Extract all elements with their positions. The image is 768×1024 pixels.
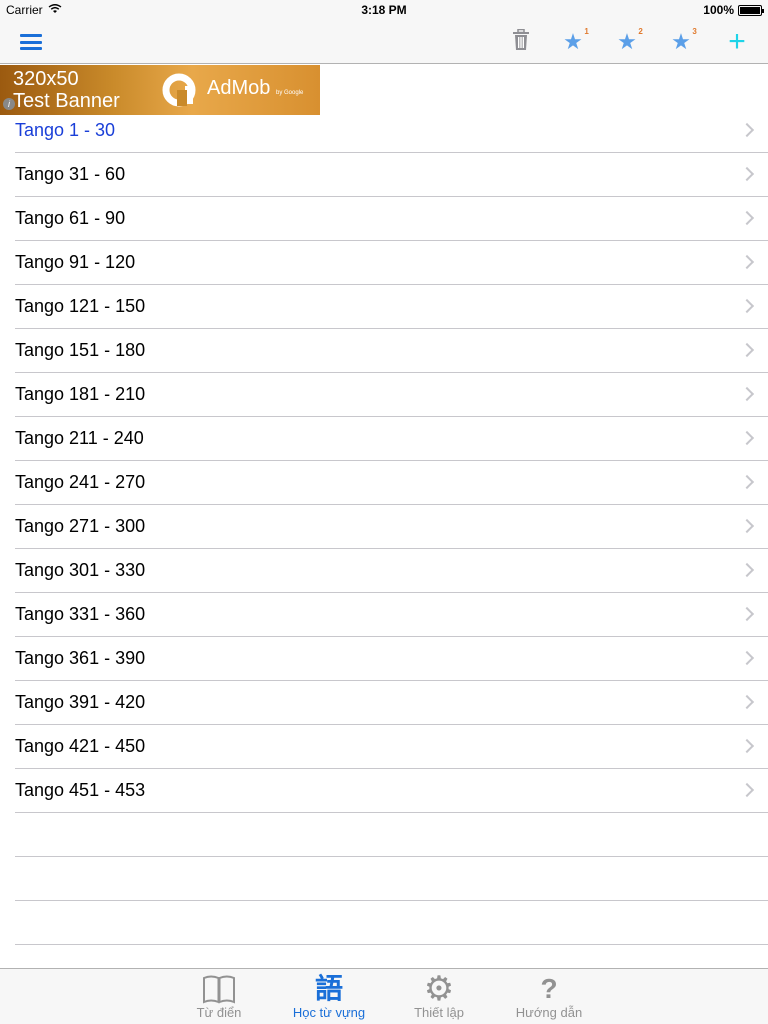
- list-item-label: Tango 151 - 180: [15, 340, 146, 360]
- kanji-icon: 語: [274, 973, 384, 1005]
- list-item[interactable]: Tango 151 - 180: [15, 329, 768, 373]
- chevron-right-icon: [739, 254, 755, 270]
- chevron-right-icon: [739, 738, 755, 754]
- chevron-right-icon: [739, 386, 755, 402]
- list-item-label: Tango 121 - 150: [15, 296, 146, 316]
- chevron-right-icon: [739, 474, 755, 490]
- tab-help-label: Hướng dẫn: [515, 1005, 583, 1020]
- list-item[interactable]: Tango 301 - 330: [15, 549, 768, 593]
- ad-size-label: 320x50: [13, 68, 79, 90]
- list-item[interactable]: Tango 421 - 450: [15, 725, 768, 769]
- trash-icon: [513, 28, 529, 56]
- list-item-label: Tango 241 - 270: [15, 472, 146, 492]
- kanji-glyph: 語: [314, 973, 343, 1004]
- list-item-label: Tango 361 - 390: [15, 648, 146, 668]
- list-item[interactable]: Tango 61 - 90: [15, 197, 768, 241]
- favorite-2-button[interactable]: ★ 2: [612, 20, 643, 64]
- list-item[interactable]: Tango 211 - 240: [15, 417, 768, 461]
- star-icon: ★ 3: [671, 27, 697, 54]
- chevron-right-icon: [739, 298, 755, 314]
- list-item[interactable]: Tango 271 - 300: [15, 505, 768, 549]
- menu-button[interactable]: [14, 20, 48, 64]
- list-item-label: Tango 331 - 360: [15, 604, 146, 624]
- star-badge-2: 2: [638, 27, 643, 36]
- status-bar: Carrier 3:18 PM 100%: [0, 0, 768, 20]
- status-right: 100%: [703, 3, 764, 17]
- empty-row: [15, 813, 768, 857]
- star-icon: ★ 2: [617, 27, 643, 54]
- delete-button[interactable]: [506, 20, 536, 64]
- list-item-label: Tango 271 - 300: [15, 516, 146, 536]
- chevron-right-icon: [739, 694, 755, 710]
- list-item[interactable]: Tango 241 - 270: [15, 461, 768, 505]
- battery-percent: 100%: [703, 3, 734, 17]
- list-item-label: Tango 301 - 330: [15, 560, 146, 580]
- chevron-right-icon: [739, 342, 755, 358]
- list-item[interactable]: Tango 451 - 453: [15, 769, 768, 813]
- star-badge-3: 3: [692, 27, 697, 36]
- book-icon: [164, 973, 274, 1005]
- list-item-label: Tango 91 - 120: [15, 252, 136, 272]
- list-item[interactable]: Tango 331 - 360: [15, 593, 768, 637]
- list-item[interactable]: Tango 391 - 420: [15, 681, 768, 725]
- help-icon: ?: [494, 973, 604, 1005]
- star-badge-1: 1: [584, 27, 589, 36]
- list-item-label: Tango 181 - 210: [15, 384, 146, 404]
- favorite-3-button[interactable]: ★ 3: [666, 20, 697, 64]
- chevron-right-icon: [739, 650, 755, 666]
- chevron-right-icon: [739, 518, 755, 534]
- list-item-label: Tango 421 - 450: [15, 736, 146, 756]
- favorite-1-button[interactable]: ★ 1: [558, 20, 589, 64]
- star-icon: ★ 1: [563, 27, 589, 54]
- tab-help[interactable]: ? Hướng dẫn: [494, 969, 604, 1024]
- gear-glyph: ⚙: [423, 970, 455, 1008]
- list-item-label: Tango 451 - 453: [15, 780, 146, 800]
- chevron-right-icon: [739, 782, 755, 798]
- tab-dictionary-label: Từ điển: [196, 1005, 242, 1020]
- list-item-label: Tango 211 - 240: [15, 428, 144, 448]
- list-item[interactable]: Tango 31 - 60: [15, 153, 768, 197]
- ad-banner[interactable]: 320x50 Test Banner i AdMob by Google: [0, 65, 320, 115]
- chevron-right-icon: [739, 122, 755, 138]
- battery-icon: [738, 4, 764, 16]
- tab-settings[interactable]: ⚙ Thiết lập: [384, 969, 494, 1024]
- list-item[interactable]: Tango 181 - 210: [15, 373, 768, 417]
- status-time: 3:18 PM: [361, 3, 407, 17]
- chevron-right-icon: [739, 210, 755, 226]
- chevron-right-icon: [739, 606, 755, 622]
- empty-row: [15, 901, 768, 945]
- tab-settings-label: Thiết lập: [414, 1005, 464, 1020]
- list-item-label: Tango 61 - 90: [15, 208, 126, 228]
- chevron-right-icon: [739, 562, 755, 578]
- list-item[interactable]: Tango 1 - 30: [15, 109, 768, 153]
- tango-list: Tango 1 - 30 Tango 31 - 60 Tango 61 - 90…: [0, 109, 768, 945]
- list-item[interactable]: Tango 121 - 150: [15, 285, 768, 329]
- tab-bar: Từ điển 語 Học từ vựng ⚙ Thiết lập ? Hướn…: [0, 968, 768, 1024]
- add-button[interactable]: +: [720, 20, 754, 64]
- nav-bar: ★ 1 ★ 2 ★ 3 +: [0, 20, 768, 64]
- ad-brand-label: AdMob: [207, 77, 271, 99]
- tab-dictionary[interactable]: Từ điển: [164, 969, 274, 1024]
- ad-bygoogle-label: by Google: [276, 90, 304, 96]
- admob-logo-icon: [160, 72, 198, 108]
- menu-icon: [20, 34, 42, 50]
- list-item-label: Tango 31 - 60: [15, 164, 126, 184]
- list-item-label: Tango 1 - 30: [15, 120, 116, 140]
- list-item-label: Tango 391 - 420: [15, 692, 146, 712]
- list-item[interactable]: Tango 91 - 120: [15, 241, 768, 285]
- chevron-right-icon: [739, 430, 755, 446]
- plus-icon: +: [728, 25, 746, 58]
- chevron-right-icon: [739, 166, 755, 182]
- gear-icon: ⚙: [384, 970, 494, 1008]
- help-glyph: ?: [540, 973, 558, 1004]
- tab-learn-vocabulary[interactable]: 語 Học từ vựng: [274, 969, 384, 1024]
- list-item[interactable]: Tango 361 - 390: [15, 637, 768, 681]
- tab-learn-vocabulary-label: Học từ vựng: [292, 1005, 366, 1020]
- empty-row: [15, 857, 768, 901]
